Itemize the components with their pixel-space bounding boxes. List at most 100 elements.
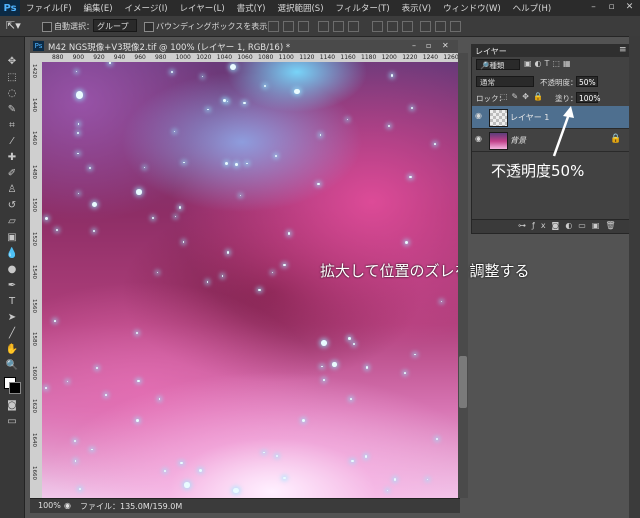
align-right-icon[interactable]	[348, 21, 359, 32]
fill-label: 塗り：	[555, 94, 578, 103]
minimize-icon[interactable]: –	[588, 2, 599, 13]
fill-input[interactable]: 100%	[576, 92, 600, 103]
document-title[interactable]: M42 NGS現像+V3現像2.tif @ 100% (レイヤー 1, RGB/…	[48, 41, 290, 53]
clone-stamp-icon[interactable]: ♙	[5, 183, 19, 197]
distribute-bottom-icon[interactable]	[402, 21, 413, 32]
scrollbar-thumb[interactable]	[459, 356, 467, 408]
right-dock-strip	[629, 36, 640, 518]
star	[234, 163, 238, 167]
crop-tool-icon[interactable]: ⌗	[5, 119, 19, 133]
bounding-box-checkbox[interactable]	[144, 22, 154, 32]
layer-filter-icons[interactable]: ▣◐T⬚▦	[524, 59, 574, 68]
distribute-right-icon[interactable]	[450, 21, 461, 32]
ruler-tick-label: 1020	[196, 54, 212, 61]
doc-maximize-icon[interactable]: ▫	[426, 41, 431, 50]
star	[229, 63, 236, 70]
ruler-tick-label: 1160	[340, 54, 356, 61]
move-tool-icon[interactable]: ✥	[5, 55, 19, 69]
star	[222, 99, 226, 102]
menu-filter[interactable]: フィルター(T)	[336, 2, 390, 14]
doc-close-icon[interactable]: ✕	[442, 41, 449, 50]
blur-tool-icon[interactable]: 💧	[5, 247, 19, 261]
align-left-icon[interactable]	[318, 21, 329, 32]
star	[91, 448, 94, 451]
brush-tool-icon[interactable]: ✐	[5, 167, 19, 181]
ruler-tick-label: 1260	[443, 54, 459, 61]
ruler-horizontal[interactable]: 880 900 920 940 960 980 1000 1020 1040 1060 1080 11…	[30, 53, 460, 62]
align-hcenter-icon[interactable]	[333, 21, 344, 32]
background-color-swatch[interactable]	[9, 382, 21, 394]
dodge-tool-icon[interactable]: ●	[5, 263, 19, 277]
vertical-scrollbar[interactable]	[458, 53, 468, 498]
auto-select-checkbox[interactable]	[42, 22, 52, 32]
ruler-vertical[interactable]: 1420 1440 1460 1480 1500 1520 1540 1560 1580 1600…	[30, 62, 42, 498]
layer-kind-filter[interactable]: 🔎種類	[476, 59, 520, 70]
menu-layer[interactable]: レイヤー(L)	[180, 2, 225, 14]
quick-select-tool-icon[interactable]: ✎	[5, 103, 19, 117]
opacity-input[interactable]: 50%	[576, 76, 598, 87]
zoom-tool-icon[interactable]: 🔍	[5, 359, 19, 373]
star	[427, 479, 429, 481]
history-brush-icon[interactable]: ↺	[5, 199, 19, 213]
ruler-tick-label: 1080	[258, 54, 274, 61]
star	[183, 241, 185, 243]
auto-select-dropdown[interactable]: グループ	[93, 19, 137, 32]
star	[74, 439, 77, 442]
status-bar: 100% ◉ ファイル：135.0M/159.0M	[30, 498, 460, 513]
panel-menu-icon[interactable]: ≡	[619, 45, 627, 55]
shape-tool-icon[interactable]: ╱	[5, 327, 19, 341]
align-bottom-icon[interactable]	[298, 21, 309, 32]
star	[56, 229, 59, 232]
eyedropper-tool-icon[interactable]: ⁄	[5, 135, 19, 149]
gradient-tool-icon[interactable]: ▣	[5, 231, 19, 245]
menu-file[interactable]: ファイル(F)	[26, 2, 72, 14]
star	[44, 216, 48, 220]
menu-window[interactable]: ウィンドウ(W)	[443, 2, 501, 14]
distribute-left-icon[interactable]	[420, 21, 431, 32]
star	[409, 175, 413, 179]
align-vcenter-icon[interactable]	[283, 21, 294, 32]
eraser-tool-icon[interactable]: ▱	[5, 215, 19, 229]
menu-edit[interactable]: 編集(E)	[84, 2, 113, 14]
star	[96, 366, 99, 369]
menu-view[interactable]: 表示(V)	[402, 2, 431, 14]
menu-help[interactable]: ヘルプ(H)	[513, 2, 552, 14]
layer-name[interactable]: レイヤー 1	[510, 112, 549, 123]
type-tool-icon[interactable]: T	[5, 295, 19, 309]
star	[403, 372, 406, 375]
layers-tab[interactable]: レイヤー	[475, 46, 507, 57]
quick-mask-icon[interactable]: ◙	[5, 399, 19, 413]
distribute-vcenter-icon[interactable]	[387, 21, 398, 32]
align-top-icon[interactable]	[268, 21, 279, 32]
distribute-top-icon[interactable]	[372, 21, 383, 32]
star	[184, 482, 190, 488]
visibility-eye-icon[interactable]: ◉	[475, 112, 485, 120]
zoom-level[interactable]: 100%	[38, 501, 61, 510]
close-icon[interactable]: ✕	[624, 2, 635, 13]
menu-select[interactable]: 選択範囲(S)	[277, 2, 323, 14]
marquee-tool-icon[interactable]: ⬚	[5, 71, 19, 85]
star	[226, 250, 230, 254]
pen-tool-icon[interactable]: ✒	[5, 279, 19, 293]
menu-type[interactable]: 書式(Y)	[237, 2, 266, 14]
status-info-icon[interactable]: ◉	[64, 501, 71, 510]
layer-name[interactable]: 背景	[510, 135, 526, 146]
ruler-tick-label: 920	[93, 54, 105, 61]
move-tool-icon[interactable]: ⇱▾	[6, 19, 21, 32]
distribute-hcenter-icon[interactable]	[435, 21, 446, 32]
hand-tool-icon[interactable]: ✋	[5, 343, 19, 357]
healing-brush-icon[interactable]: ✚	[5, 151, 19, 165]
star	[224, 162, 228, 165]
maximize-icon[interactable]: ▫	[606, 2, 617, 13]
blend-mode-dropdown[interactable]: 通常	[476, 76, 534, 87]
lock-icons[interactable]: ⬚✎✥🔒	[500, 92, 547, 101]
annotation-arrow-icon	[552, 106, 574, 157]
path-select-icon[interactable]: ➤	[5, 311, 19, 325]
visibility-eye-icon[interactable]: ◉	[475, 135, 485, 143]
screen-mode-icon[interactable]: ▭	[5, 415, 19, 429]
star	[263, 84, 266, 87]
menu-image[interactable]: イメージ(I)	[125, 2, 168, 14]
layers-footer-icons[interactable]: ⊶ƒx◙◐▭▣🗑	[518, 221, 622, 230]
doc-minimize-icon[interactable]: –	[412, 41, 416, 50]
lasso-tool-icon[interactable]: ◌	[5, 87, 19, 101]
